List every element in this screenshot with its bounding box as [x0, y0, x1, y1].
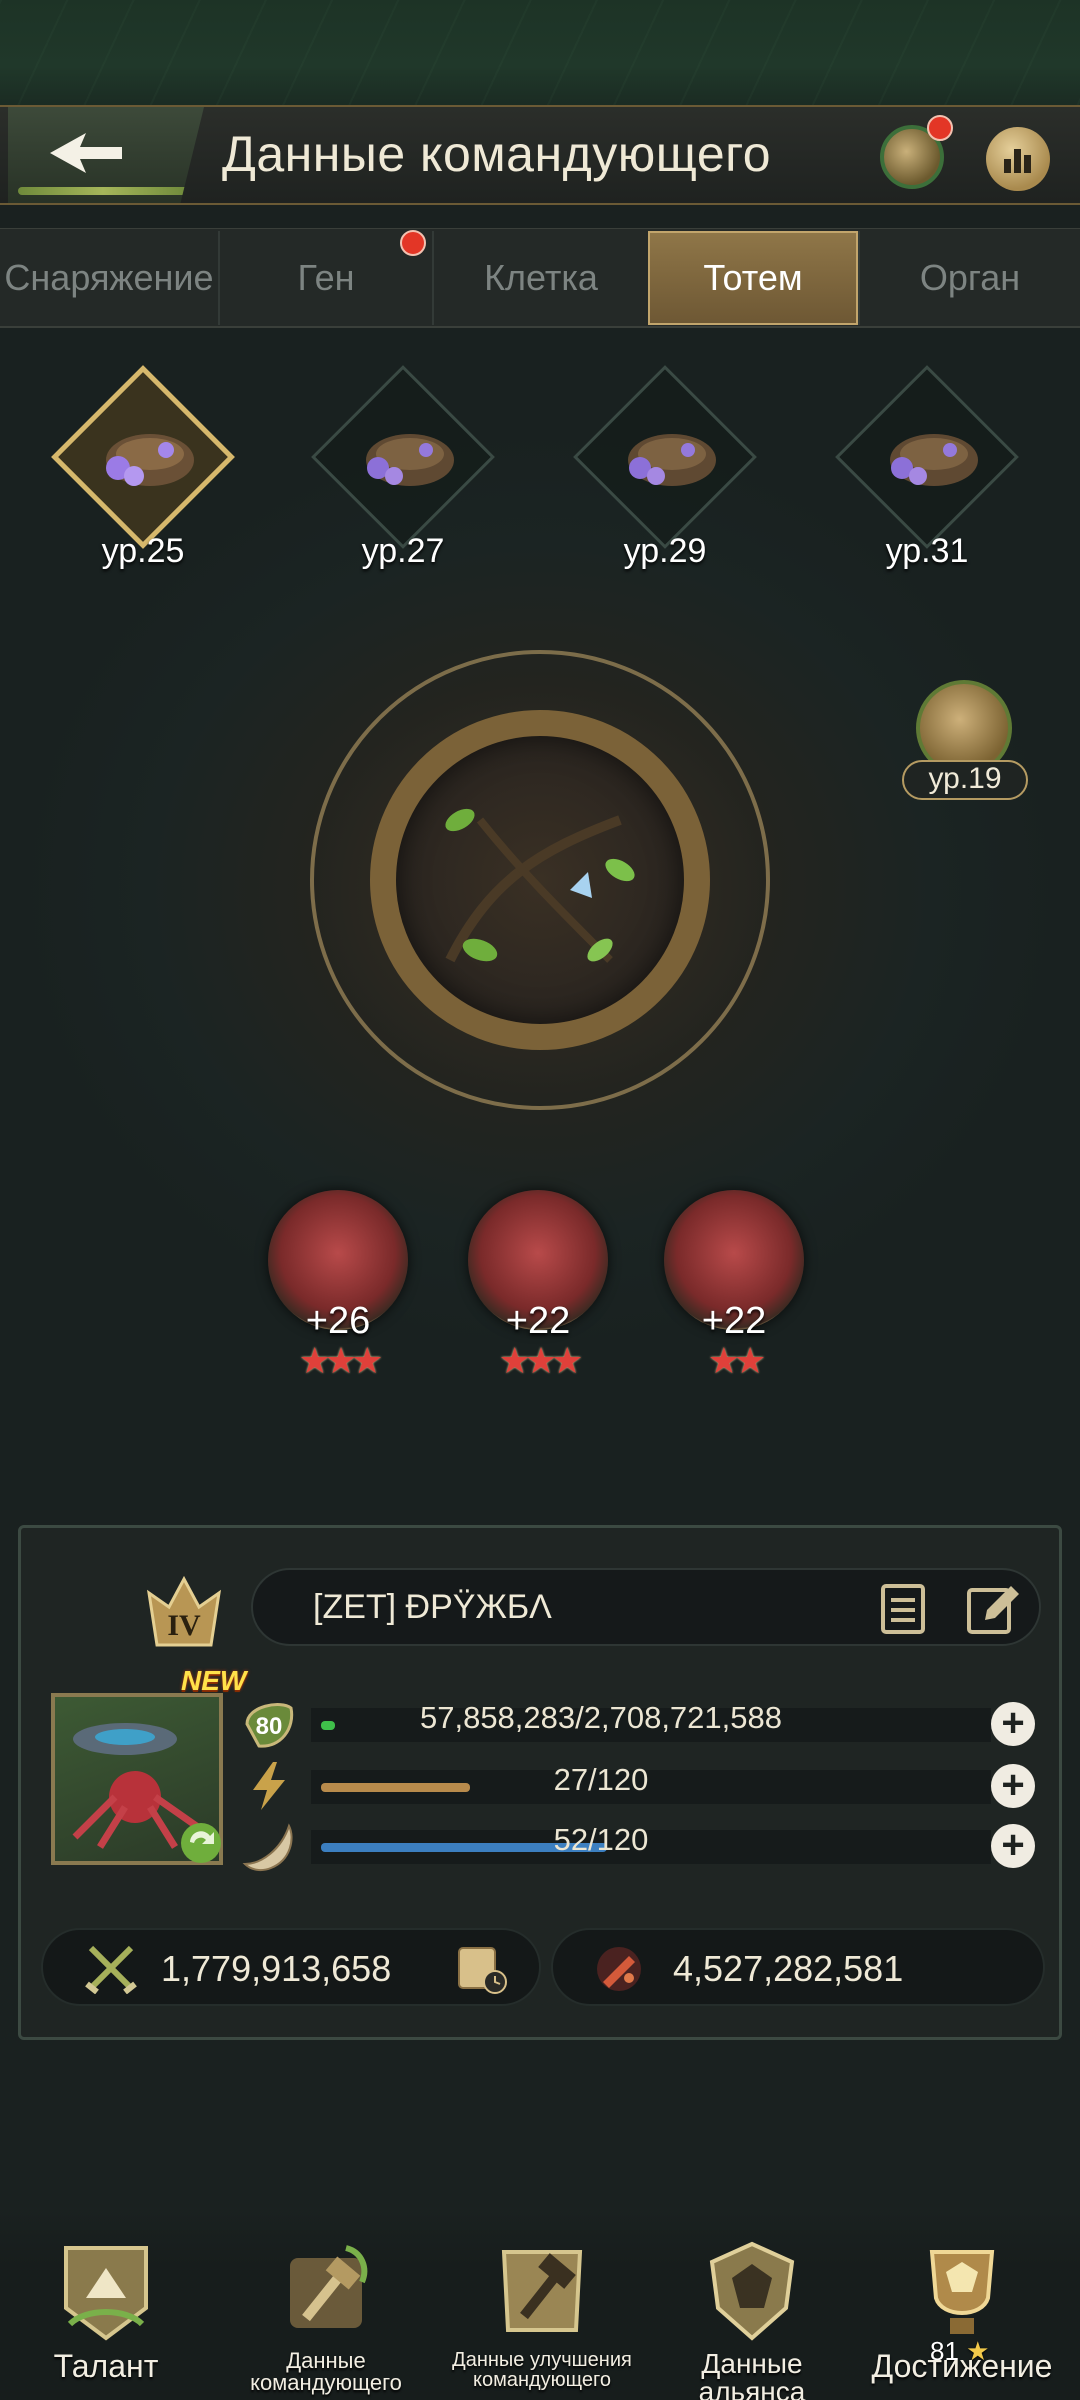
totem-slot-2[interactable]: ур.27 — [311, 365, 495, 570]
commander-name-box: [ZET] ÐΡŸЖБΛ — [251, 1568, 1041, 1646]
attribute-orb-3[interactable]: +22 ★★ — [654, 1190, 814, 1390]
exp-row: 80 57,858,283/2,708,721,588 + — [241, 1698, 1035, 1750]
hammer-scroll-icon — [290, 2245, 368, 2328]
bar-chart-icon — [1004, 149, 1031, 173]
attribute-orb-2[interactable]: +22 ★★★ — [458, 1190, 618, 1390]
totem-level-badge[interactable]: ур.19 — [900, 680, 1030, 810]
commander-info-panel: IV [ZET] ÐΡŸЖБΛ NEW 80 57,858,283/2,708,… — [18, 1525, 1062, 2040]
totem-emblem[interactable] — [310, 650, 770, 1110]
slot-level: ур.27 — [361, 532, 445, 570]
energy-value: 27/120 — [553, 1762, 649, 1797]
mushroom-stump-icon — [366, 434, 454, 486]
crossed-swords-icon — [85, 1945, 137, 1994]
attribute-stars: ★★★ — [498, 1340, 584, 1381]
back-arrow-icon — [50, 133, 122, 173]
commander-name: [ZET] ÐΡŸЖБΛ — [313, 1588, 552, 1626]
tab-organ[interactable]: Орган — [858, 231, 1080, 325]
mushroom-stump-icon — [628, 434, 716, 486]
nav-label: Данные альянса — [698, 2348, 806, 2400]
add-stamina-button[interactable]: + — [991, 1824, 1035, 1868]
achievement-trophy-icon — [929, 2250, 995, 2334]
nav-commander-upgrade-data[interactable]: Данные улучшения командующего — [442, 2238, 642, 2400]
tab-bar: Снаряжение Ген Клетка Тотем Орган — [0, 228, 1080, 328]
nav-talent[interactable]: Талант — [6, 2238, 206, 2400]
stamina-row: 52/120 + — [241, 1820, 1035, 1872]
alliance-shield-icon — [709, 2241, 795, 2341]
attribute-orb-1[interactable]: +26 ★★★ — [258, 1190, 418, 1390]
totem-slot-1[interactable]: ур.25 — [51, 365, 235, 570]
kills-value: 4,527,282,581 — [673, 1948, 904, 1989]
rank-numeral: IV — [167, 1609, 201, 1642]
top-background — [0, 0, 1080, 110]
attribute-value: +22 — [701, 1300, 767, 1342]
attribute-stars: ★★ — [707, 1340, 767, 1381]
attribute-value: +22 — [505, 1300, 571, 1342]
attribute-stars: ★★★ — [298, 1340, 384, 1381]
kills-pill: 4,527,282,581 — [551, 1928, 1045, 2006]
edit-pencil-icon[interactable] — [963, 1580, 1023, 1638]
power-value: 1,779,913,658 — [161, 1948, 392, 1989]
add-exp-button[interactable]: + — [991, 1702, 1035, 1746]
totem-slot-3[interactable]: ур.29 — [573, 365, 757, 570]
nav-label: Данные командующего — [250, 2348, 402, 2395]
slot-level: ур.31 — [885, 532, 969, 570]
add-energy-button[interactable]: + — [991, 1764, 1035, 1808]
notification-dot — [400, 230, 426, 256]
tab-cell[interactable]: Клетка — [432, 231, 648, 325]
back-button[interactable] — [8, 107, 204, 203]
new-badge: NEW — [181, 1665, 247, 1696]
totem-slot-4[interactable]: ур.31 — [835, 365, 1019, 570]
commander-level: 80 — [256, 1713, 283, 1740]
tab-equipment[interactable]: Снаряжение — [0, 231, 218, 325]
vine-leaves-icon — [445, 808, 635, 963]
energy-row: 27/120 + — [241, 1760, 1035, 1812]
lightning-icon — [253, 1762, 285, 1810]
level-leaf-icon: 80 — [245, 1703, 294, 1748]
nav-commander-data[interactable]: Данные командующего — [226, 2238, 426, 2400]
stats-button[interactable] — [986, 127, 1050, 191]
slot-level: ур.29 — [623, 532, 707, 570]
nav-label: Достижение — [871, 2348, 1053, 2384]
nav-label: Талант — [53, 2348, 159, 2384]
refresh-icon[interactable] — [176, 1818, 226, 1868]
nav-achievement[interactable]: 81 ★ Достижение — [862, 2238, 1062, 2400]
kills-icon — [597, 1947, 641, 1991]
nav-label: Данные улучшения командующего — [452, 2349, 632, 2391]
slot-level: ур.25 — [101, 532, 185, 570]
stamina-value: 52/120 — [553, 1822, 649, 1857]
tab-totem[interactable]: Тотем — [648, 231, 858, 325]
nav-alliance-data[interactable]: Данные альянса — [652, 2238, 852, 2400]
talent-crest-icon — [64, 2246, 148, 2341]
document-list-icon[interactable] — [873, 1580, 933, 1638]
upgrade-hammer-icon — [501, 2250, 583, 2332]
attribute-value: +26 — [305, 1300, 371, 1342]
rank-emblem-icon: IV — [146, 1575, 222, 1647]
mushroom-stump-icon — [106, 434, 194, 486]
scroll-clock-icon[interactable] — [453, 1940, 509, 1996]
page-title: Данные командующего — [222, 126, 772, 182]
notification-dot — [927, 115, 953, 141]
mushroom-stump-icon — [890, 434, 978, 486]
power-pill: 1,779,913,658 — [41, 1928, 541, 2006]
header-bar: Данные командующего — [0, 105, 1080, 205]
badge-level: ур.19 — [902, 760, 1028, 800]
horn-icon — [242, 1823, 293, 1872]
bottom-navigation: Талант Данные командующего Данные улучше… — [0, 2210, 1080, 2400]
exp-value: 57,858,283/2,708,721,588 — [419, 1700, 782, 1735]
